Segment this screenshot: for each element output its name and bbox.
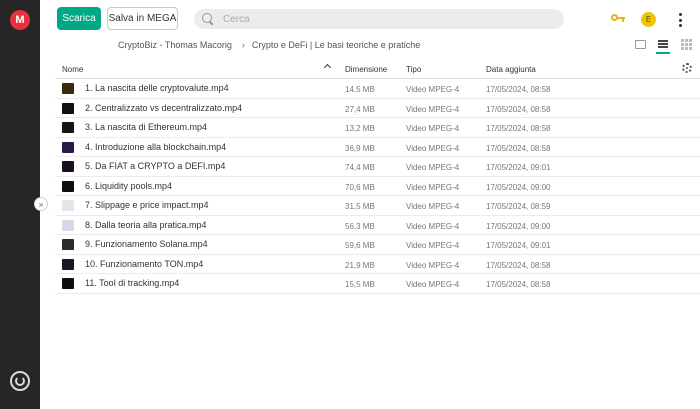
file-date: 17/05/2024, 08:58 (486, 260, 551, 270)
file-name[interactable]: 6. Liquidity pools.mp4 (85, 181, 172, 191)
file-type: Video MPEG-4 (406, 202, 460, 211)
video-thumbnail-icon (62, 83, 74, 94)
table-header: Nome Dimensione Tipo Data aggiunta (55, 59, 700, 79)
file-date: 17/05/2024, 08:58 (486, 143, 551, 153)
gear-icon[interactable] (682, 63, 692, 73)
list-view-icon[interactable] (656, 38, 670, 54)
transfers-icon[interactable] (10, 371, 30, 391)
file-size: 31,5 MB (345, 202, 375, 211)
kebab-menu-icon[interactable] (677, 13, 683, 27)
file-size: 21,9 MB (345, 260, 375, 270)
file-date: 17/05/2024, 08:58 (486, 124, 551, 133)
video-thumbnail-icon (62, 278, 74, 289)
app-window: M » Scarica Salva in MEGA E CryptoBiz - … (0, 0, 700, 409)
table-row[interactable]: 10. Funzionamento TON.mp4 21,9 MB Video MP… (55, 255, 700, 274)
file-size: 13,2 MB (345, 124, 375, 133)
file-name[interactable]: 8. Dalla teoria alla pratica.mp4 (85, 220, 207, 230)
key-icon[interactable] (611, 13, 625, 23)
breadcrumb-current: Crypto e DeFi | Le basi teoriche e prati… (251, 40, 421, 50)
video-thumbnail-icon (62, 258, 74, 270)
file-type: Video MPEG-4 (406, 104, 460, 114)
file-name[interactable]: 9. Funzionamento Solana.mp4 (85, 239, 208, 249)
grid-view-icon[interactable] (679, 38, 693, 50)
table-row[interactable]: 7. Slippage e price impact.mp4 31,5 MB Vid… (55, 196, 700, 216)
file-date: 17/05/2024, 09:01 (486, 241, 551, 250)
breadcrumb: CryptoBiz - Thomas Macorig › Crypto e De… (118, 38, 420, 52)
file-size: 74,4 MB (345, 163, 375, 172)
file-name[interactable]: 10. Funzionamento TON.mp4 (85, 259, 203, 269)
file-size: 59,6 MB (345, 241, 375, 250)
table-row[interactable]: 2. Centralizzato vs decentralizzato.mp4 2… (55, 99, 700, 118)
mega-logo-icon[interactable]: M (10, 10, 30, 30)
file-type: Video MPEG-4 (406, 280, 460, 289)
file-date: 17/05/2024, 09:00 (486, 221, 551, 231)
file-size: 56,3 MB (345, 221, 375, 231)
search-bar[interactable] (194, 9, 564, 29)
file-name[interactable]: 3. La nascita di Ethereum.mp4 (85, 122, 207, 132)
video-thumbnail-icon (62, 102, 74, 114)
file-date: 17/05/2024, 09:01 (486, 163, 551, 172)
file-type: Video MPEG-4 (406, 124, 460, 133)
chevron-right-icon: › (241, 40, 245, 50)
video-thumbnail-icon (62, 141, 74, 153)
file-name[interactable]: 1. La nascita delle cryptovalute.mp4 (85, 83, 229, 93)
table-row[interactable]: 11. Tool di tracking.mp4 15,5 MB Video MPE… (55, 274, 700, 294)
file-size: 36,9 MB (345, 143, 375, 153)
table-row[interactable]: 5. Da FIAT a CRYPTO a DEFI.mp4 74,4 MB Vid… (55, 157, 700, 177)
save-to-mega-button[interactable]: Salva in MEGA (107, 7, 178, 30)
file-size: 27,4 MB (345, 104, 375, 114)
file-name[interactable]: 4. Introduzione alla blockchain.mp4 (85, 142, 226, 152)
search-input[interactable] (223, 13, 523, 25)
file-type: Video MPEG-4 (406, 241, 460, 250)
file-type: Video MPEG-4 (406, 163, 460, 172)
video-thumbnail-icon (62, 161, 74, 172)
table-row[interactable]: 8. Dalla teoria alla pratica.mp4 56,3 MB V… (55, 216, 700, 235)
file-size: 70,6 MB (345, 182, 375, 192)
file-date: 17/05/2024, 08:58 (486, 280, 551, 289)
sort-up-icon[interactable] (325, 65, 331, 71)
file-name[interactable]: 11. Tool di tracking.mp4 (85, 278, 179, 288)
file-name[interactable]: 2. Centralizzato vs decentralizzato.mp4 (85, 103, 242, 113)
video-thumbnail-icon (62, 180, 74, 192)
file-name[interactable]: 7. Slippage e price impact.mp4 (85, 200, 209, 210)
table-row[interactable]: 6. Liquidity pools.mp4 70,6 MB Video MPEG-… (55, 177, 700, 196)
file-date: 17/05/2024, 08:58 (486, 85, 551, 94)
file-name[interactable]: 5. Da FIAT a CRYPTO a DEFI.mp4 (85, 161, 225, 171)
file-size: 14,5 MB (345, 85, 375, 94)
column-header-size[interactable]: Dimensione (345, 65, 387, 74)
thumbnail-view-icon[interactable] (633, 38, 647, 50)
file-date: 17/05/2024, 08:58 (486, 104, 551, 114)
file-type: Video MPEG-4 (406, 221, 460, 231)
table-row[interactable]: 1. La nascita delle cryptovalute.mp4 14,5… (55, 79, 700, 99)
column-header-date[interactable]: Data aggiunta (486, 65, 536, 74)
file-size: 15,5 MB (345, 280, 375, 289)
file-type: Video MPEG-4 (406, 85, 460, 94)
file-type: Video MPEG-4 (406, 260, 460, 270)
table-row[interactable]: 9. Funzionamento Solana.mp4 59,6 MB Video … (55, 235, 700, 255)
avatar[interactable]: E (641, 12, 656, 27)
file-date: 17/05/2024, 08:59 (486, 202, 551, 211)
video-thumbnail-icon (62, 200, 74, 211)
search-icon (202, 13, 214, 25)
file-type: Video MPEG-4 (406, 143, 460, 153)
video-thumbnail-icon (62, 122, 74, 133)
breadcrumb-root[interactable]: CryptoBiz - Thomas Macorig (118, 40, 232, 50)
column-header-type[interactable]: Tipo (406, 65, 421, 74)
download-button[interactable]: Scarica (57, 7, 101, 30)
view-toggle-group (633, 38, 693, 54)
video-thumbnail-icon (62, 239, 74, 250)
column-header-name[interactable]: Nome (62, 65, 83, 74)
file-list: 1. La nascita delle cryptovalute.mp4 14,5… (55, 79, 700, 294)
table-row[interactable]: 3. La nascita di Ethereum.mp4 13,2 MB Vide… (55, 118, 700, 138)
file-date: 17/05/2024, 09:00 (486, 182, 551, 192)
expand-sidebar-icon[interactable]: » (34, 197, 48, 211)
video-thumbnail-icon (62, 219, 74, 231)
file-type: Video MPEG-4 (406, 182, 460, 192)
table-row[interactable]: 4. Introduzione alla blockchain.mp4 36,9 … (55, 138, 700, 157)
